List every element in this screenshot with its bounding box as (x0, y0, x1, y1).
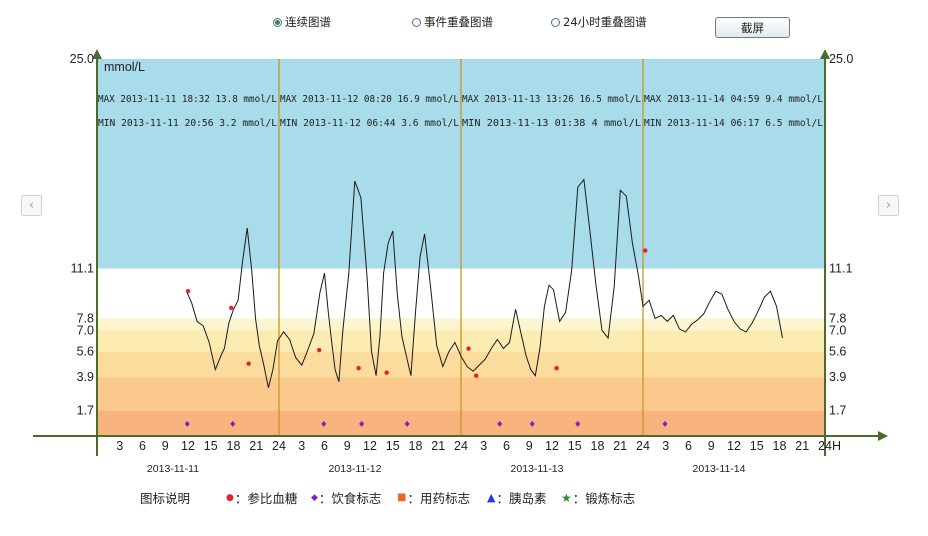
x-axis-arrow (878, 431, 888, 441)
y-tick-label-right: 1.7 (829, 403, 846, 417)
legend-item-medication: ■ ：用药标志 (397, 491, 470, 506)
x-tick-label: 12 (545, 439, 559, 453)
reference-glucose-point (473, 373, 479, 378)
y-tick-label-left: 11.1 (71, 262, 94, 276)
orange-square-icon: ■ (397, 492, 407, 503)
x-tick-label: 9 (526, 439, 533, 453)
x-tick-label: 3 (298, 439, 305, 453)
x-tick-label: 6 (503, 439, 510, 453)
x-unit-label: H (832, 439, 841, 453)
reference-glucose-point (554, 365, 559, 371)
x-tick-label: 3 (480, 439, 487, 453)
y-tick-label-left: 25.0 (70, 52, 94, 66)
legend: 图标说明 ● ：参比血糖 ◆ ：饮食标志 ■ ：用药标志 ▲ ：胰岛素 ★ ：锻… (0, 488, 928, 508)
reference-glucose-point (185, 289, 191, 294)
x-tick-label: 12 (727, 439, 741, 453)
day-min-stat: MIN 2013-11-14 06:17 6.5 mmol/L (644, 118, 823, 129)
x-tick-label: 6 (685, 439, 692, 453)
x-tick-label: 3 (662, 439, 669, 453)
y-tick-label-left: 7.8 (77, 311, 94, 325)
x-tick-label: 15 (204, 439, 218, 453)
x-tick-label: 18 (773, 439, 787, 453)
reference-glucose-point (356, 365, 361, 371)
day-date-label: 2013-11-14 (693, 463, 746, 475)
x-tick-label: 18 (591, 439, 605, 453)
x-tick-label: 12 (181, 439, 195, 453)
x-tick-label: 12 (363, 439, 377, 453)
day-max-stat: MAX 2013-11-14 04:59 9.4 mmol/L (644, 94, 823, 105)
x-tick-label: 21 (613, 439, 627, 453)
x-tick-label: 24 (454, 439, 468, 453)
day-date-label: 2013-11-12 (329, 463, 382, 475)
x-tick-label: 21 (249, 439, 263, 453)
legend-item-meal: ◆ ：饮食标志 (311, 491, 382, 506)
y-tick-label-right: 5.6 (829, 345, 846, 359)
legend-item-reference-glucose: ● ：参比血糖 (226, 491, 298, 506)
day-date-label: 2013-11-11 (147, 463, 199, 475)
x-tick-label: 24 (818, 439, 832, 453)
x-tick-label: 3 (116, 439, 123, 453)
y-tick-label-right: 25.0 (829, 52, 853, 66)
x-tick-label: 24 (636, 439, 650, 453)
green-star-icon: ★ (561, 490, 572, 505)
y-tick-label-left: 5.6 (77, 345, 94, 359)
x-tick-label: 9 (708, 439, 715, 453)
legend-item-insulin: ▲ ：胰岛素 (487, 491, 547, 506)
y-tick-label-left: 7.0 (77, 323, 94, 337)
x-tick-label: 18 (409, 439, 423, 453)
glucose-chart: 1.7 1.73.9 3.95.6 5.67.0 7.07.8 7.811.1 11.125… (33, 49, 888, 475)
x-tick-label: 6 (139, 439, 146, 453)
reference-glucose-point (229, 305, 234, 311)
y-tick-label-right: 7.8 (829, 311, 846, 325)
reference-glucose-point (643, 248, 648, 253)
x-tick-label: 15 (386, 439, 400, 453)
blue-triangle-icon: ▲ (487, 491, 496, 504)
x-tick-label: 15 (750, 439, 764, 453)
y-tick-label-left: 3.9 (77, 370, 94, 384)
reference-glucose-point (246, 361, 251, 366)
purple-diamond-icon: ◆ (311, 492, 318, 503)
legend-item-exercise: ★ ：锻炼标志 (561, 490, 636, 507)
x-tick-label: 15 (568, 439, 582, 453)
reference-glucose-point (384, 370, 389, 375)
x-tick-label: 24 (272, 439, 286, 453)
day-min-stat: MIN 2013-11-12 06:44 3.6 mmol/L (280, 118, 459, 129)
x-tick-label: 6 (321, 439, 328, 453)
red-dot-icon: ● (226, 492, 234, 503)
day-min-stat: MIN 2013-11-13 01:38 4 mmol/L (462, 118, 641, 129)
legend-title: 图标说明 (140, 491, 191, 506)
reference-glucose-point (466, 346, 471, 351)
day-date-label: 2013-11-13 (511, 463, 564, 475)
day-max-stat: MAX 2013-11-12 08:20 16.9 mmol/L (280, 94, 459, 105)
y-axis-unit-label: mmol/L (104, 60, 145, 74)
day-min-stat: MIN 2013-11-11 20:56 3.2 mmol/L (98, 118, 277, 129)
x-tick-label: 18 (227, 439, 241, 453)
x-tick-label: 21 (431, 439, 445, 453)
x-tick-label: 9 (162, 439, 169, 453)
y-tick-label-left: 1.7 (77, 403, 94, 417)
reference-glucose-point (316, 347, 322, 353)
y-tick-label-right: 11.1 (829, 262, 852, 276)
day-max-stat: MAX 2013-11-13 13:26 16.5 mmol/L (462, 94, 641, 105)
x-tick-label: 9 (344, 439, 351, 453)
x-tick-labels: 3 6 9 12 15 18 21 24 2013-11-11 3 6 9 12 15 18 21 24 2013… (116, 439, 841, 475)
day-max-stat: MAX 2013-11-11 18:32 13.8 mmol/L (98, 94, 277, 105)
y-tick-label-right: 3.9 (829, 370, 846, 384)
y-tick-label-right: 7.0 (829, 323, 846, 337)
x-tick-label: 21 (795, 439, 809, 453)
